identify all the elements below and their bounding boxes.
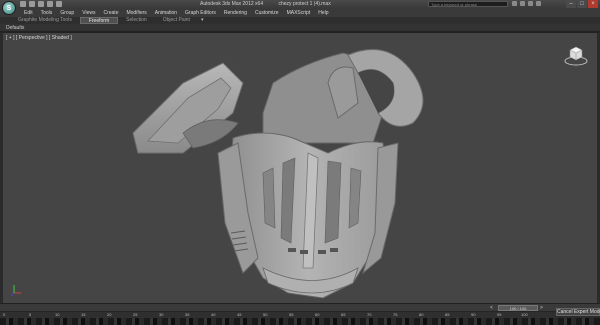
maximize-button[interactable]: □ bbox=[577, 0, 587, 8]
tick-label: 25 bbox=[133, 312, 138, 317]
tick-label: 20 bbox=[107, 312, 112, 317]
track-bar[interactable]: 0 5 10 15 20 25 30 35 40 45 50 55 60 65 … bbox=[0, 311, 556, 318]
defaults-bar: Defaults bbox=[0, 24, 600, 32]
menu-edit[interactable]: Edit bbox=[20, 9, 37, 17]
menu-bar: Edit Tools Group Views Create Modifiers … bbox=[0, 9, 600, 17]
tick-label: 30 bbox=[159, 312, 164, 317]
tick-label: 85 bbox=[445, 312, 450, 317]
axis-tripod-icon bbox=[10, 285, 21, 297]
tick-label: 45 bbox=[237, 312, 242, 317]
tick-label: 70 bbox=[367, 312, 372, 317]
defaults-label[interactable]: Defaults bbox=[6, 25, 24, 31]
chest-protector-model[interactable] bbox=[113, 43, 453, 303]
ribbon-tabs: Graphite Modeling Tools Freeform Selecti… bbox=[0, 17, 600, 24]
tick-label: 35 bbox=[185, 312, 190, 317]
menu-maxscript[interactable]: MAXScript bbox=[283, 9, 315, 17]
bottom-strip bbox=[0, 318, 600, 325]
undo-icon[interactable] bbox=[47, 1, 53, 7]
app-title: Autodesk 3ds Max 2012 x64 bbox=[200, 1, 264, 7]
infocenter-icons bbox=[512, 1, 541, 6]
minimize-button[interactable]: – bbox=[566, 0, 576, 8]
cancel-expert-mode-button[interactable]: Cancel Expert Mode bbox=[556, 308, 600, 316]
tab-object-paint[interactable]: Object Paint bbox=[155, 17, 198, 24]
tab-selection[interactable]: Selection bbox=[118, 17, 155, 24]
menu-customize[interactable]: Customize bbox=[251, 9, 283, 17]
menu-group[interactable]: Group bbox=[56, 9, 78, 17]
menu-views[interactable]: Views bbox=[78, 9, 99, 17]
ribbon-dropdown-icon[interactable]: ▾ bbox=[198, 17, 207, 24]
subscription-icon[interactable] bbox=[520, 1, 525, 6]
tick-label: 0 bbox=[3, 312, 6, 317]
perspective-viewport[interactable]: [ + ] [ Perspective ] [ Shaded ] bbox=[0, 32, 600, 303]
time-slider[interactable]: < 100 / 100 > bbox=[0, 303, 600, 311]
tick-label: 10 bbox=[55, 312, 60, 317]
tick-label: 95 bbox=[497, 312, 502, 317]
close-button[interactable]: × bbox=[588, 0, 598, 8]
tab-freeform[interactable]: Freeform bbox=[79, 17, 119, 24]
tick-label: 15 bbox=[81, 312, 86, 317]
tick-label: 65 bbox=[341, 312, 346, 317]
app-logo-letter: S bbox=[6, 4, 12, 12]
tick-label: 60 bbox=[315, 312, 320, 317]
tick-label: 55 bbox=[289, 312, 294, 317]
viewcube-icon[interactable] bbox=[563, 41, 589, 67]
menu-graph-editors[interactable]: Graph Editors bbox=[181, 9, 220, 17]
tick-label: 90 bbox=[471, 312, 476, 317]
tick-label: 5 bbox=[29, 312, 32, 317]
open-file-icon[interactable] bbox=[29, 1, 35, 7]
menu-tools[interactable]: Tools bbox=[37, 9, 57, 17]
tick-label: 100 bbox=[521, 312, 528, 317]
redo-icon[interactable] bbox=[56, 1, 62, 7]
tab-graphite-modeling-tools[interactable]: Graphite Modeling Tools bbox=[10, 17, 80, 24]
menu-modifiers[interactable]: Modifiers bbox=[122, 9, 150, 17]
tick-label: 80 bbox=[419, 312, 424, 317]
menu-help[interactable]: Help bbox=[314, 9, 332, 17]
menu-create[interactable]: Create bbox=[99, 9, 122, 17]
app-window: Autodesk 3ds Max 2012 x64 chezy protect … bbox=[0, 0, 600, 325]
app-logo-button[interactable]: S bbox=[2, 1, 16, 15]
save-file-icon[interactable] bbox=[38, 1, 44, 7]
search-input[interactable]: Type a keyword or phrase bbox=[428, 1, 508, 7]
window-title: Autodesk 3ds Max 2012 x64 chezy protect … bbox=[200, 1, 345, 7]
help-icon[interactable] bbox=[536, 1, 541, 6]
menu-animation[interactable]: Animation bbox=[151, 9, 181, 17]
file-name: chezy protect 1 (4).max bbox=[278, 1, 331, 7]
menu-rendering[interactable]: Rendering bbox=[220, 9, 251, 17]
binoculars-icon[interactable] bbox=[512, 1, 517, 6]
tick-label: 75 bbox=[393, 312, 398, 317]
title-bar: Autodesk 3ds Max 2012 x64 chezy protect … bbox=[0, 0, 600, 9]
new-file-icon[interactable] bbox=[20, 1, 26, 7]
tick-label: 50 bbox=[263, 312, 268, 317]
quick-access-toolbar bbox=[20, 1, 62, 7]
window-controls: – □ × bbox=[566, 0, 598, 8]
star-icon[interactable] bbox=[528, 1, 533, 6]
viewport-label[interactable]: [ + ] [ Perspective ] [ Shaded ] bbox=[6, 35, 72, 41]
tick-label: 40 bbox=[211, 312, 216, 317]
